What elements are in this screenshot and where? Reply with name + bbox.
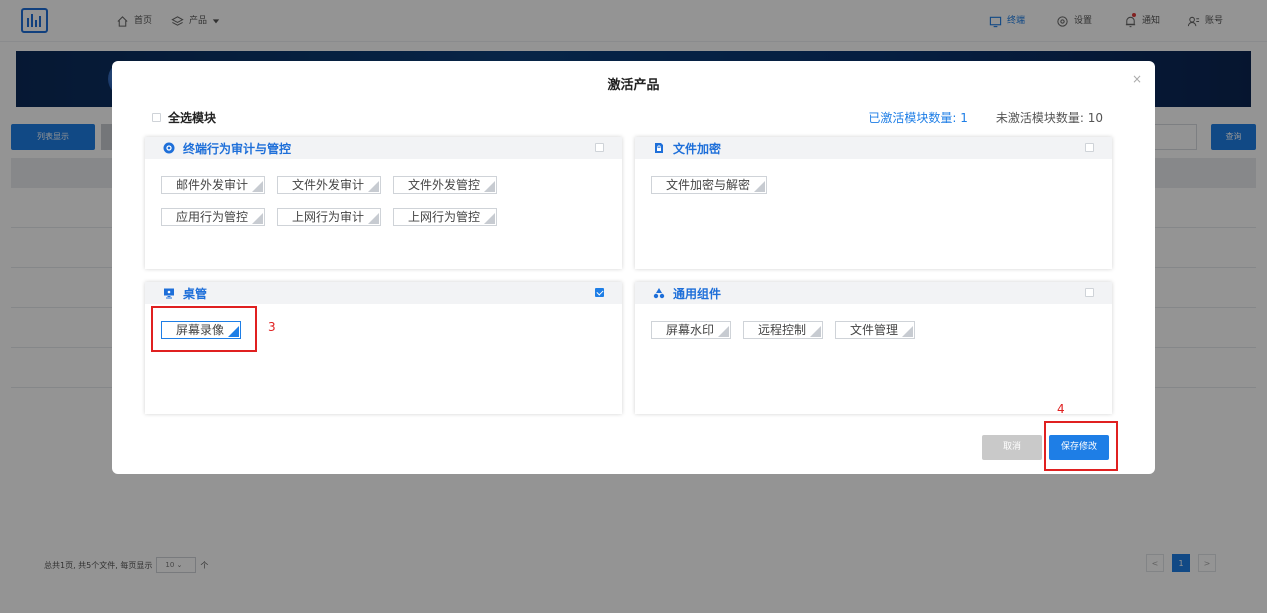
module-chip[interactable]: 应用行为管控 xyxy=(161,208,266,226)
panel-title: 桌管 xyxy=(183,286,208,301)
panel-header: 通用组件 xyxy=(635,282,1112,304)
cancel-button[interactable]: 取消 xyxy=(982,435,1042,460)
lock-file-icon xyxy=(653,142,665,154)
module-list: 屏幕水印 远程控制 文件管理 xyxy=(635,304,1095,339)
panel-header: 文件加密 xyxy=(635,137,1112,159)
panel-common-components: 通用组件 屏幕水印 远程控制 文件管理 xyxy=(635,282,1112,414)
module-chip[interactable]: 上网行为管控 xyxy=(393,208,498,226)
panel-terminal-audit: 终端行为审计与管控 邮件外发审计 文件外发审计 文件外发管控 应用行为管控 上网… xyxy=(145,137,622,269)
panel-checkbox[interactable] xyxy=(1085,143,1094,152)
module-chip[interactable]: 屏幕水印 xyxy=(651,321,732,339)
select-all-checkbox[interactable] xyxy=(152,113,161,122)
inactive-count: 未激活模块数量: 10 xyxy=(995,111,1103,125)
module-chip[interactable]: 文件外发审计 xyxy=(277,176,382,194)
panel-title: 终端行为审计与管控 xyxy=(183,141,292,156)
step-4-label: 4 xyxy=(1057,402,1065,416)
dialog-title: 激活产品 xyxy=(607,78,660,93)
module-chip[interactable]: 文件加密与解密 xyxy=(651,176,768,194)
panel-header: 终端行为审计与管控 xyxy=(145,137,622,159)
module-chip[interactable]: 文件管理 xyxy=(835,321,916,339)
activated-count: 已激活模块数量: 1 xyxy=(868,111,968,125)
panel-checkbox[interactable] xyxy=(1085,288,1094,297)
select-all-label: 全选模块 xyxy=(168,111,217,125)
gear-badge-icon xyxy=(163,142,175,154)
panel-title: 通用组件 xyxy=(673,286,722,301)
step-3-label: 3 xyxy=(268,320,276,334)
activate-product-dialog: 激活产品 × 全选模块 已激活模块数量: 1 未激活模块数量: 10 终端行为审… xyxy=(112,61,1155,474)
panel-title: 文件加密 xyxy=(673,141,722,156)
module-list: 邮件外发审计 文件外发审计 文件外发管控 应用行为管控 上网行为审计 上网行为管… xyxy=(145,159,605,226)
module-chip[interactable]: 文件外发管控 xyxy=(393,176,498,194)
panel-checkbox[interactable] xyxy=(595,288,604,297)
panel-header: 桌管 xyxy=(145,282,622,304)
module-counts: 已激活模块数量: 1 未激活模块数量: 10 xyxy=(868,109,1103,126)
close-icon[interactable]: × xyxy=(1131,73,1143,85)
module-chip[interactable]: 远程控制 xyxy=(743,321,824,339)
step-3-highlight-box xyxy=(151,306,257,352)
module-chip[interactable]: 上网行为审计 xyxy=(277,208,382,226)
recycle-icon xyxy=(653,287,665,299)
panel-checkbox[interactable] xyxy=(595,143,604,152)
save-changes-button[interactable]: 保存修改 xyxy=(1049,435,1109,460)
desktop-icon xyxy=(163,287,175,299)
select-all-modules[interactable]: 全选模块 xyxy=(152,109,216,126)
module-list: 文件加密与解密 xyxy=(635,159,1095,194)
module-chip[interactable]: 邮件外发审计 xyxy=(161,176,266,194)
panel-file-encryption: 文件加密 文件加密与解密 xyxy=(635,137,1112,269)
